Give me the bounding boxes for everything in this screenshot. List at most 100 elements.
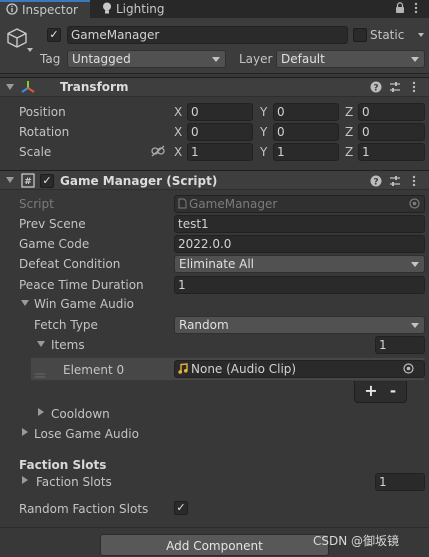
position-z-label[interactable]: Z — [345, 105, 353, 119]
tag-value: Untagged — [72, 52, 131, 66]
tab-inspector-label: Inspector — [22, 3, 78, 17]
static-checkbox[interactable] — [353, 28, 367, 42]
rotation-z-label[interactable]: Z — [345, 125, 353, 139]
position-x-label[interactable]: X — [174, 105, 182, 119]
scale-y-field[interactable]: 1 — [273, 143, 339, 161]
tag-dropdown[interactable]: Untagged — [67, 50, 226, 68]
fetch-type-value: Random — [179, 318, 229, 332]
element0-field[interactable]: None (Audio Clip) — [174, 360, 425, 378]
svg-text:#: # — [24, 177, 32, 187]
script-reference-value: GameManager — [189, 197, 278, 211]
defeat-condition-value: Eliminate All — [179, 257, 255, 271]
faction-slots-header: Faction Slots — [19, 458, 107, 472]
game-code-field[interactable]: 2022.0.0 — [174, 235, 425, 253]
rotation-label[interactable]: Rotation — [19, 125, 69, 139]
scale-y-label[interactable]: Y — [260, 145, 267, 159]
rotation-x-label[interactable]: X — [174, 125, 182, 139]
audio-clip-icon — [178, 362, 188, 378]
scale-x-label[interactable]: X — [174, 145, 182, 159]
scale-x-field[interactable]: 1 — [187, 143, 253, 161]
rotation-x-field[interactable]: 0 — [187, 123, 253, 141]
script-label: Script — [19, 197, 54, 211]
rotation-z-field[interactable]: 0 — [358, 123, 425, 141]
script-file-icon — [178, 197, 187, 213]
cooldown-label[interactable]: Cooldown — [51, 407, 110, 421]
divider — [0, 527, 429, 528]
lose-audio-foldout-arrow[interactable] — [22, 428, 28, 436]
fetch-type-label: Fetch Type — [34, 318, 98, 332]
tab-lighting[interactable]: Lighting — [98, 0, 178, 18]
defeat-condition-dropdown[interactable]: Eliminate All — [174, 255, 425, 273]
scale-z-label[interactable]: Z — [345, 145, 353, 159]
items-count-field[interactable]: 1 — [375, 336, 425, 354]
icon-dropdown-arrow[interactable] — [27, 48, 33, 52]
faction-slots-label[interactable]: Faction Slots — [36, 475, 112, 489]
win-audio-label[interactable]: Win Game Audio — [34, 297, 134, 311]
rotation-y-label[interactable]: Y — [260, 125, 267, 139]
position-y-label[interactable]: Y — [260, 105, 267, 119]
faction-slots-count-field[interactable]: 1 — [375, 473, 425, 491]
help-icon[interactable]: ? — [370, 175, 382, 190]
script-title: Game Manager (Script) — [60, 174, 218, 188]
prev-scene-field[interactable]: test1 — [174, 215, 425, 233]
sliders-icon[interactable] — [389, 175, 401, 190]
script-icon: # — [21, 173, 35, 191]
scale-label[interactable]: Scale — [19, 145, 51, 159]
scale-z-field[interactable]: 1 — [358, 143, 425, 161]
position-x-field[interactable]: 0 — [187, 103, 253, 121]
help-icon[interactable]: ? — [370, 81, 382, 96]
add-element-button[interactable]: + — [362, 383, 380, 399]
watermark-text: CSDN @御坂镜 — [313, 534, 400, 548]
remove-element-button[interactable]: - — [384, 383, 402, 399]
chevron-down-icon — [411, 262, 419, 267]
layer-label: Layer — [239, 52, 273, 66]
transform-foldout-arrow[interactable] — [6, 84, 14, 90]
fetch-type-dropdown[interactable]: Random — [174, 316, 425, 334]
win-audio-foldout-arrow[interactable] — [21, 300, 29, 306]
element0-value: None (Audio Clip) — [191, 362, 297, 376]
peace-time-label: Peace Time Duration — [19, 278, 144, 292]
object-name-field[interactable]: GameManager — [67, 26, 348, 44]
rotation-y-field[interactable]: 0 — [273, 123, 339, 141]
lose-audio-label[interactable]: Lose Game Audio — [34, 427, 139, 441]
kebab-menu-icon[interactable] — [414, 2, 418, 17]
kebab-menu-icon[interactable] — [412, 175, 416, 190]
lightbulb-icon — [102, 1, 112, 19]
object-picker-icon[interactable] — [403, 363, 414, 377]
items-foldout-arrow[interactable] — [37, 341, 45, 347]
items-label[interactable]: Items — [51, 338, 85, 352]
svg-text:?: ? — [373, 83, 378, 93]
layer-dropdown[interactable]: Default — [276, 50, 425, 68]
static-label: Static — [370, 28, 405, 42]
static-dropdown-arrow[interactable] — [418, 33, 424, 37]
kebab-menu-icon[interactable] — [412, 81, 416, 96]
cube-icon[interactable] — [6, 27, 28, 52]
info-icon — [6, 2, 18, 19]
object-picker-icon — [409, 198, 420, 212]
link-icon[interactable] — [151, 145, 165, 160]
tag-label: Tag — [40, 52, 61, 66]
lock-icon[interactable] — [395, 2, 405, 17]
position-y-field[interactable]: 0 — [273, 103, 339, 121]
transform-axes-icon — [20, 80, 36, 97]
chevron-down-icon — [212, 57, 220, 62]
prev-scene-label: Prev Scene — [19, 217, 86, 231]
script-foldout-arrow[interactable] — [6, 177, 14, 183]
svg-text:?: ? — [373, 177, 378, 187]
active-checkbox[interactable]: ✓ — [47, 28, 61, 42]
add-component-button[interactable]: Add Component — [100, 534, 329, 556]
transform-title: Transform — [60, 80, 129, 94]
tab-inspector[interactable]: Inspector — [0, 0, 90, 18]
random-faction-checkbox[interactable]: ✓ — [174, 501, 188, 515]
element0-label: Element 0 — [63, 363, 125, 377]
random-faction-label: Random Faction Slots — [19, 502, 149, 516]
sliders-icon[interactable] — [389, 81, 401, 96]
script-enabled-checkbox[interactable]: ✓ — [40, 174, 54, 188]
position-z-field[interactable]: 0 — [358, 103, 425, 121]
peace-time-field[interactable]: 1 — [174, 276, 425, 294]
tab-lighting-label: Lighting — [116, 2, 165, 16]
faction-slots-foldout-arrow[interactable] — [22, 476, 28, 484]
position-label[interactable]: Position — [19, 105, 66, 119]
cooldown-foldout-arrow[interactable] — [38, 408, 44, 416]
drag-handle-icon[interactable] — [35, 367, 45, 381]
